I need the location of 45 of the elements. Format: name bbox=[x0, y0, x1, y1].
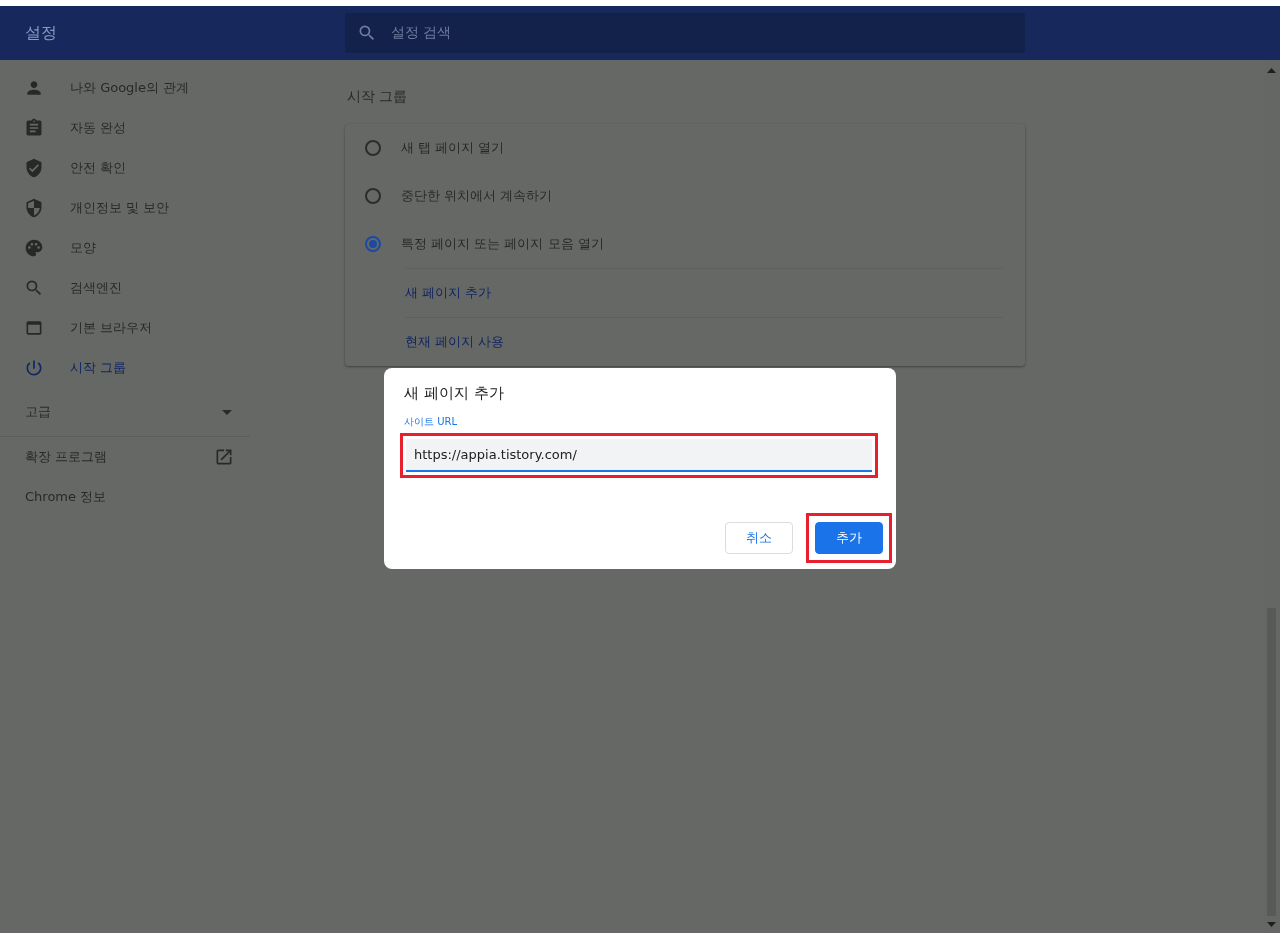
sidebar-item[interactable]: 모양 bbox=[0, 228, 250, 268]
section-title: 시작 그룹 bbox=[347, 88, 409, 106]
shield-icon bbox=[24, 198, 44, 218]
search-icon bbox=[357, 23, 377, 43]
sidebar-label: 개인정보 및 보안 bbox=[70, 199, 170, 217]
sidebar-item[interactable]: 기본 브라우저 bbox=[0, 308, 250, 348]
shield-check-icon bbox=[24, 158, 44, 178]
action-link[interactable]: 현재 페이지 사용 bbox=[405, 333, 505, 351]
sidebar-link[interactable]: 확장 프로그램 bbox=[0, 437, 250, 477]
url-field[interactable]: https://appia.tistory.com/ bbox=[406, 439, 872, 472]
sidebar-label: 안전 확인 bbox=[70, 159, 127, 177]
cancel-button[interactable]: 취소 bbox=[725, 522, 793, 554]
dialog-title: 새 페이지 추가 bbox=[404, 384, 505, 403]
sidebar-label: 모양 bbox=[70, 239, 96, 257]
radio-option[interactable]: 새 탭 페이지 열기 bbox=[345, 124, 1025, 172]
browser-window-icon bbox=[24, 318, 44, 338]
sidebar-label: 기본 브라우저 bbox=[70, 319, 153, 337]
radio-option[interactable]: 특정 페이지 또는 페이지 모음 열기 bbox=[345, 220, 1025, 268]
sidebar-item[interactable]: 나와 Google의 관계 bbox=[0, 68, 250, 108]
add-button[interactable]: 추가 bbox=[815, 522, 883, 554]
sidebar-label: 자동 완성 bbox=[70, 119, 127, 137]
field-label: 사이트 URL bbox=[404, 415, 459, 429]
sidebar-item[interactable]: 자동 완성 bbox=[0, 108, 250, 148]
sidebar-label: 검색엔진 bbox=[70, 279, 122, 297]
clipboard-icon bbox=[24, 118, 44, 138]
search-icon bbox=[24, 278, 44, 298]
sidebar-item[interactable]: 시작 그룹 bbox=[0, 348, 250, 388]
radio-option[interactable]: 중단한 위치에서 계속하기 bbox=[345, 172, 1025, 220]
caret-icon bbox=[222, 409, 232, 415]
sidebar-link[interactable]: Chrome 정보 bbox=[0, 477, 250, 517]
sidebar-item[interactable]: 개인정보 및 보안 bbox=[0, 188, 250, 228]
radio-button[interactable] bbox=[365, 140, 381, 156]
action-link[interactable]: 새 페이지 추가 bbox=[405, 284, 492, 302]
radio-button[interactable] bbox=[365, 236, 381, 252]
sidebar-item[interactable]: 안전 확인 bbox=[0, 148, 250, 188]
search-field[interactable]: 설정 검색 bbox=[345, 13, 1025, 53]
sidebar-label: 나와 Google의 관계 bbox=[70, 79, 190, 97]
page-title: 설정 bbox=[24, 22, 58, 44]
sidebar-item[interactable]: 검색엔진 bbox=[0, 268, 250, 308]
external-link-icon bbox=[214, 447, 234, 467]
palette-icon bbox=[24, 238, 44, 258]
sidebar-label: 시작 그룹 bbox=[70, 359, 127, 377]
power-icon bbox=[24, 358, 44, 378]
radio-button[interactable] bbox=[365, 188, 381, 204]
advanced-toggle[interactable]: 고급 bbox=[0, 388, 250, 437]
